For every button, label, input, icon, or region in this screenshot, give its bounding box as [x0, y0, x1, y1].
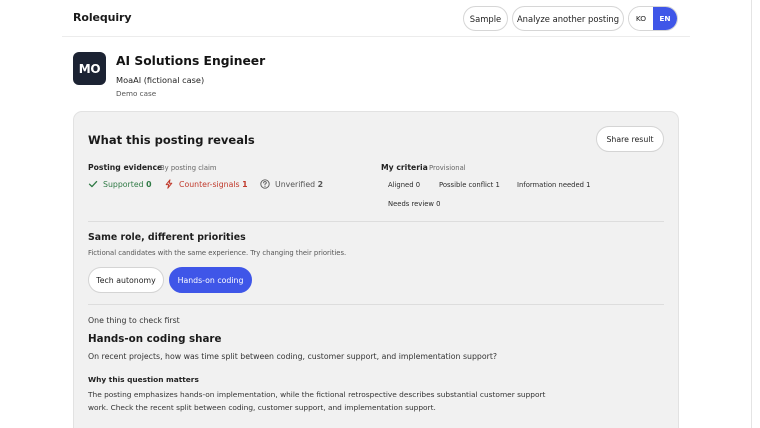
- company-name: MoaAI (fictional case): [116, 75, 205, 85]
- check-icon: [88, 179, 98, 189]
- priorities-subtitle: Fictional candidates with the same exper…: [88, 249, 347, 257]
- priorities-title: Same role, different priorities: [88, 232, 246, 243]
- criteria-sub: Provisional: [429, 164, 466, 172]
- supported-label: Supported: [103, 179, 144, 189]
- analyze-another-button[interactable]: Analyze another posting: [512, 6, 624, 31]
- company-logo: MO: [73, 52, 106, 85]
- sample-button[interactable]: Sample: [463, 6, 508, 31]
- language-toggle: KO EN: [628, 6, 678, 31]
- lightning-icon: [164, 179, 174, 189]
- lang-en-button[interactable]: EN: [653, 7, 677, 30]
- share-result-button[interactable]: Share result: [596, 126, 664, 152]
- brand-logo[interactable]: Rolequiry: [73, 11, 132, 24]
- unverified-count: 2: [317, 179, 324, 189]
- criteria-possible-conflict: Possible conflict 1: [439, 181, 500, 189]
- criteria-label: My criteria: [381, 163, 428, 172]
- priority-chip-hands-on-coding[interactable]: Hands-on coding: [169, 267, 252, 293]
- question-circle-icon: [260, 179, 270, 189]
- unverified-stat: Unverified 2: [260, 179, 323, 189]
- check-first-label: One thing to check first: [88, 316, 180, 325]
- divider: [88, 221, 664, 222]
- criteria-info-needed: Information needed 1: [517, 181, 591, 189]
- criteria-needs-review: Needs review 0: [388, 200, 441, 208]
- evidence-label: Posting evidence: [88, 163, 163, 172]
- why-body: The posting emphasizes hands-on implemen…: [88, 390, 546, 412]
- lang-ko-button[interactable]: KO: [629, 7, 653, 30]
- why-label: Why this question matters: [88, 375, 199, 384]
- supported-stat: Supported 0: [88, 179, 152, 189]
- job-title: AI Solutions Engineer: [116, 54, 266, 68]
- card-title: What this posting reveals: [88, 133, 255, 147]
- unverified-label: Unverified: [275, 179, 316, 189]
- supported-count: 0: [146, 179, 152, 189]
- counter-signals-stat: Counter-signals 1: [164, 179, 248, 189]
- priority-chip-tech-autonomy[interactable]: Tech autonomy: [88, 267, 164, 293]
- criteria-aligned: Aligned 0: [388, 181, 421, 189]
- counter-label: Counter-signals: [179, 179, 240, 189]
- check-question: On recent projects, how was time split b…: [88, 352, 498, 361]
- divider: [88, 304, 664, 305]
- reveals-card: What this posting reveals Share result P…: [73, 111, 679, 428]
- demo-note: Demo case: [116, 89, 157, 98]
- check-title: Hands-on coding share: [88, 333, 222, 345]
- counter-count: 1: [242, 179, 248, 189]
- evidence-sub: By posting claim: [160, 164, 217, 172]
- top-bar: Rolequiry Sample Analyze another posting…: [62, 0, 690, 37]
- scrollbar-track[interactable]: [751, 0, 752, 428]
